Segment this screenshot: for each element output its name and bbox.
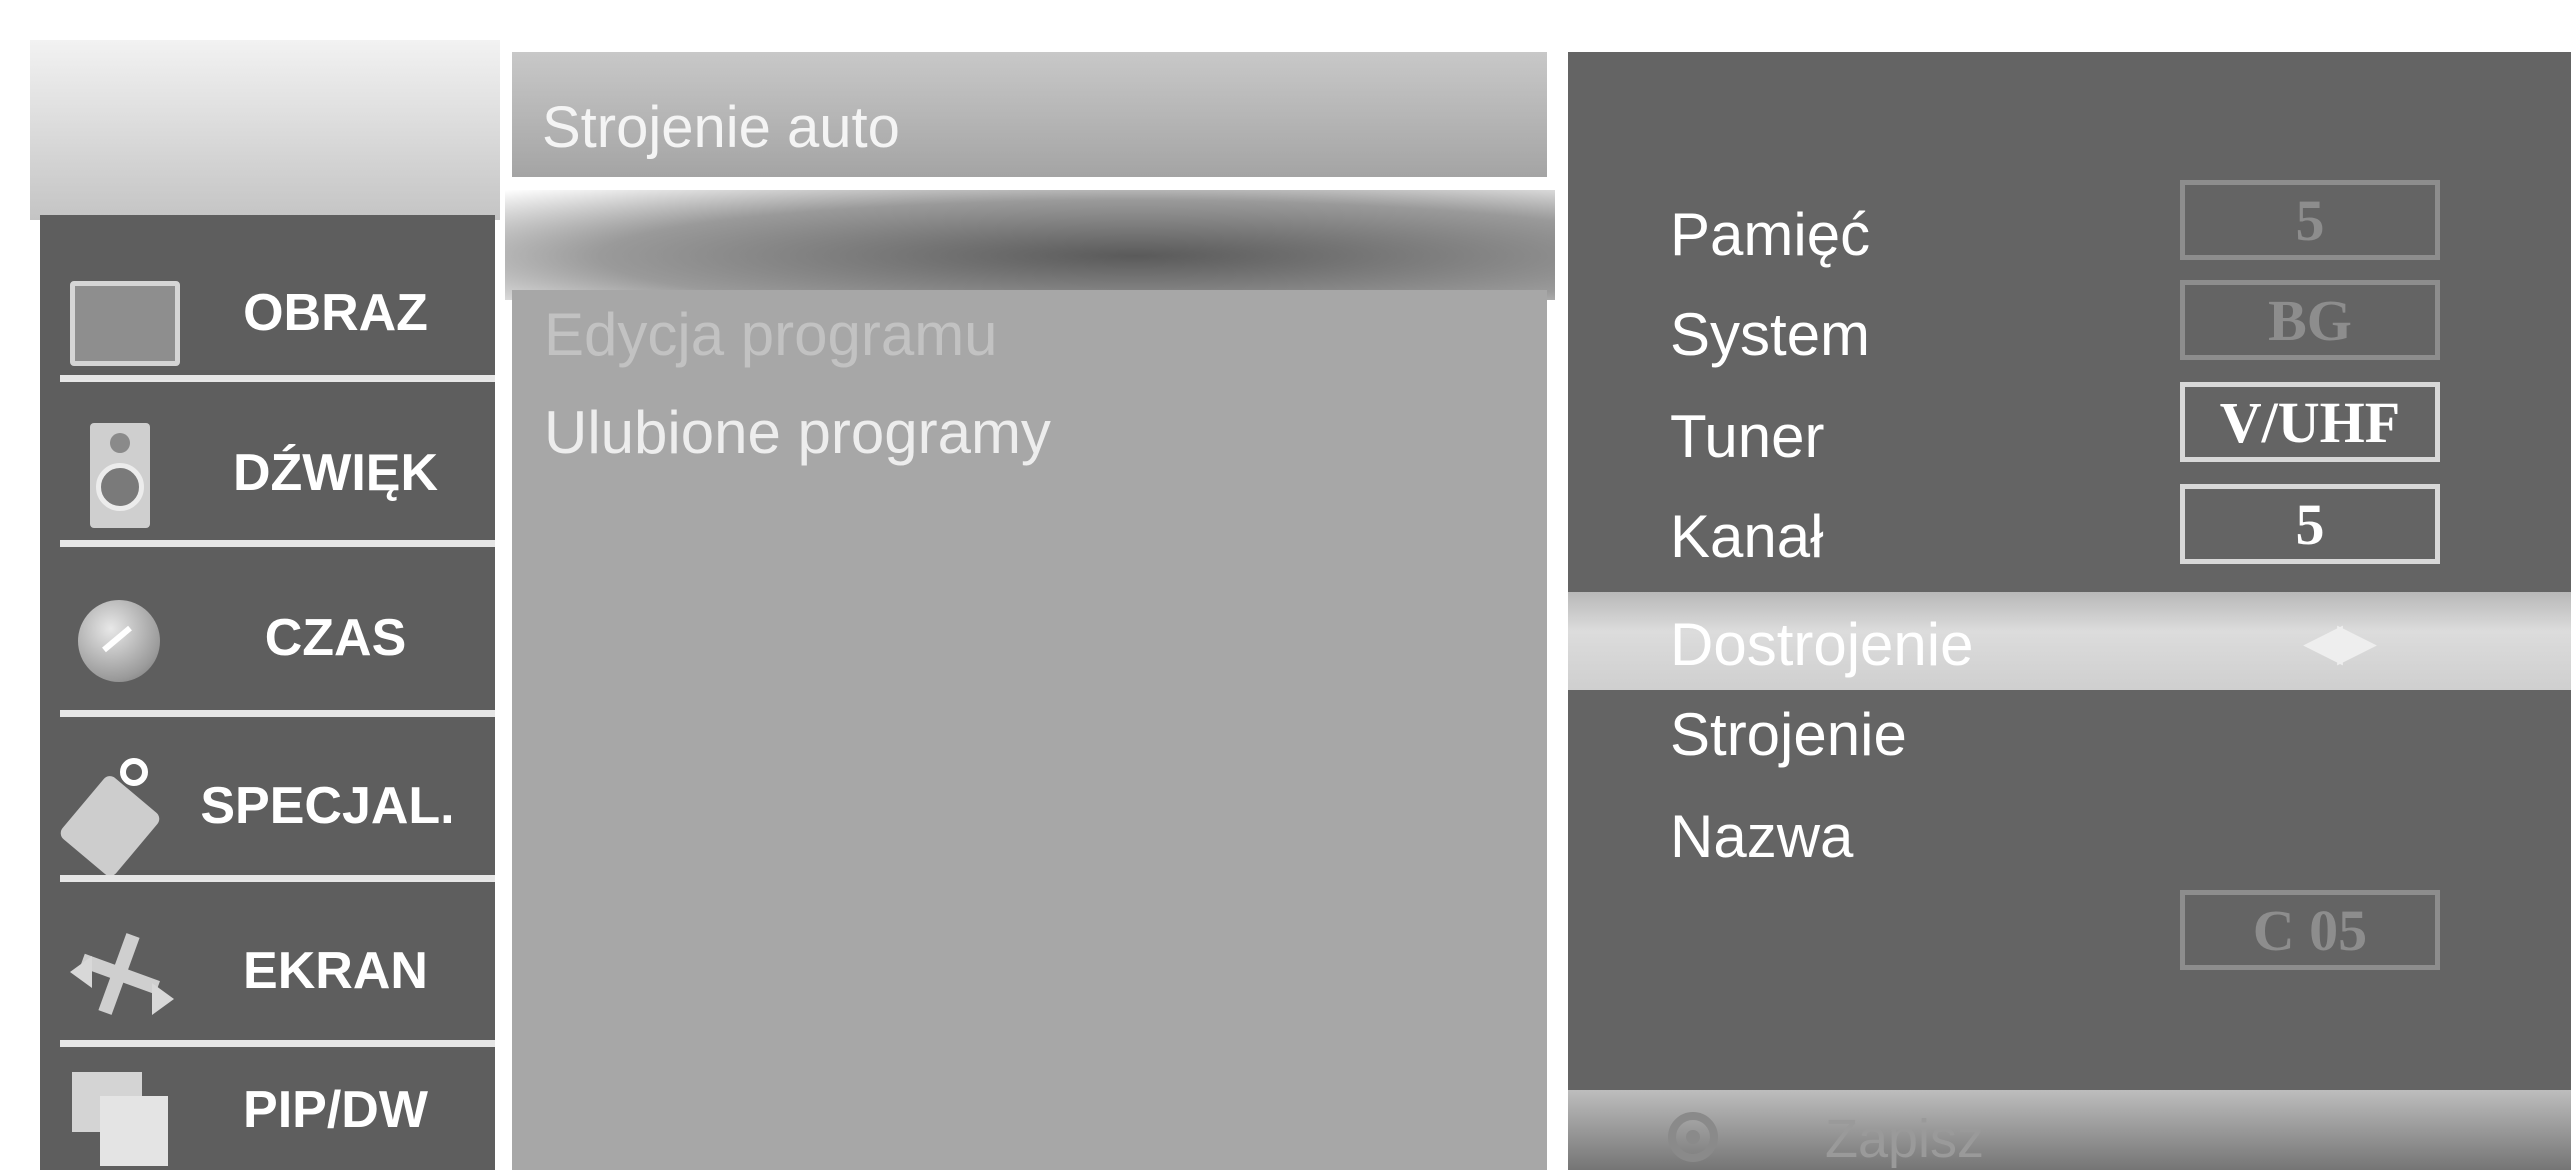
sidebar-item-label: PIP/DW [243, 1081, 428, 1139]
settings-panel: Pamięć 5 System BG Tuner V/UHF Kanał 5 D… [1568, 52, 2571, 1092]
system-label: System [1670, 301, 1871, 368]
sidebar-divider [60, 540, 495, 547]
menu-item-edycja-programu[interactable]: Edycja programu [544, 300, 998, 369]
sidebar-item-czas[interactable]: CZAS [60, 555, 495, 720]
selection-shadow [505, 190, 1555, 300]
search-label[interactable]: Strojenie [1670, 700, 1907, 769]
fine-tune-label: Dostrojenie [1670, 611, 1974, 678]
tuner-value[interactable]: V/UHF [2180, 382, 2440, 462]
submenu-panel: Edycja programu Ulubione programy [512, 290, 1547, 1170]
memory-label: Pamięć [1670, 201, 1871, 268]
sidebar-item-label: OBRAZ [243, 283, 428, 342]
sidebar-divider [60, 710, 495, 717]
tuner-label: Tuner [1670, 403, 1825, 470]
sidebar: OBRAZ DŹWIĘK CZAS SPECJAL. EKRAN PIP/DW [40, 215, 495, 1170]
sidebar-divider [60, 1040, 495, 1047]
move-arrows-icon [60, 911, 180, 1031]
sidebar-header [30, 40, 500, 220]
ok-button-icon [1668, 1112, 1718, 1162]
save-button[interactable]: Zapisz [1825, 1108, 1984, 1170]
system-value[interactable]: BG [2180, 280, 2440, 360]
memory-value[interactable]: 5 [2180, 180, 2440, 260]
sidebar-item-ekran[interactable]: EKRAN [60, 888, 495, 1053]
sidebar-item-specjal[interactable]: SPECJAL. [57, 723, 495, 888]
tag-icon [57, 746, 163, 879]
name-value[interactable]: C 05 [2180, 890, 2440, 970]
menu-item-strojenie-auto[interactable]: Strojenie auto [512, 52, 1547, 177]
menu-item-label: Strojenie auto [542, 95, 900, 160]
sidebar-divider [60, 875, 495, 882]
channel-value[interactable]: 5 [2180, 484, 2440, 564]
picture-icon [60, 253, 180, 373]
sidebar-item-label: EKRAN [243, 941, 428, 1000]
sidebar-item-label: CZAS [264, 608, 407, 667]
menu-item-ulubione-programy[interactable]: Ulubione programy [544, 398, 1051, 467]
clock-icon [60, 578, 180, 698]
tv-menu-screen: OBRAZ DŹWIĘK CZAS SPECJAL. EKRAN PIP/DW … [0, 0, 2571, 1170]
sidebar-item-label: DŹWIĘK [232, 443, 439, 502]
left-right-arrows-icon: ◀▶ [2303, 613, 2377, 671]
channel-label: Kanał [1670, 503, 1824, 570]
fine-tune-row[interactable]: Dostrojenie ◀▶ [1568, 592, 2571, 690]
sidebar-item-dzwiek[interactable]: DŹWIĘK [60, 390, 495, 555]
sidebar-item-obraz[interactable]: OBRAZ [60, 230, 495, 395]
pip-icon [60, 1050, 180, 1170]
sidebar-item-pip[interactable]: PIP/DW [60, 1050, 495, 1170]
sidebar-item-label: SPECJAL. [200, 776, 455, 835]
speaker-icon [60, 413, 180, 533]
save-bar [1568, 1090, 2571, 1170]
name-label[interactable]: Nazwa [1670, 802, 1853, 871]
sidebar-divider [60, 375, 495, 382]
